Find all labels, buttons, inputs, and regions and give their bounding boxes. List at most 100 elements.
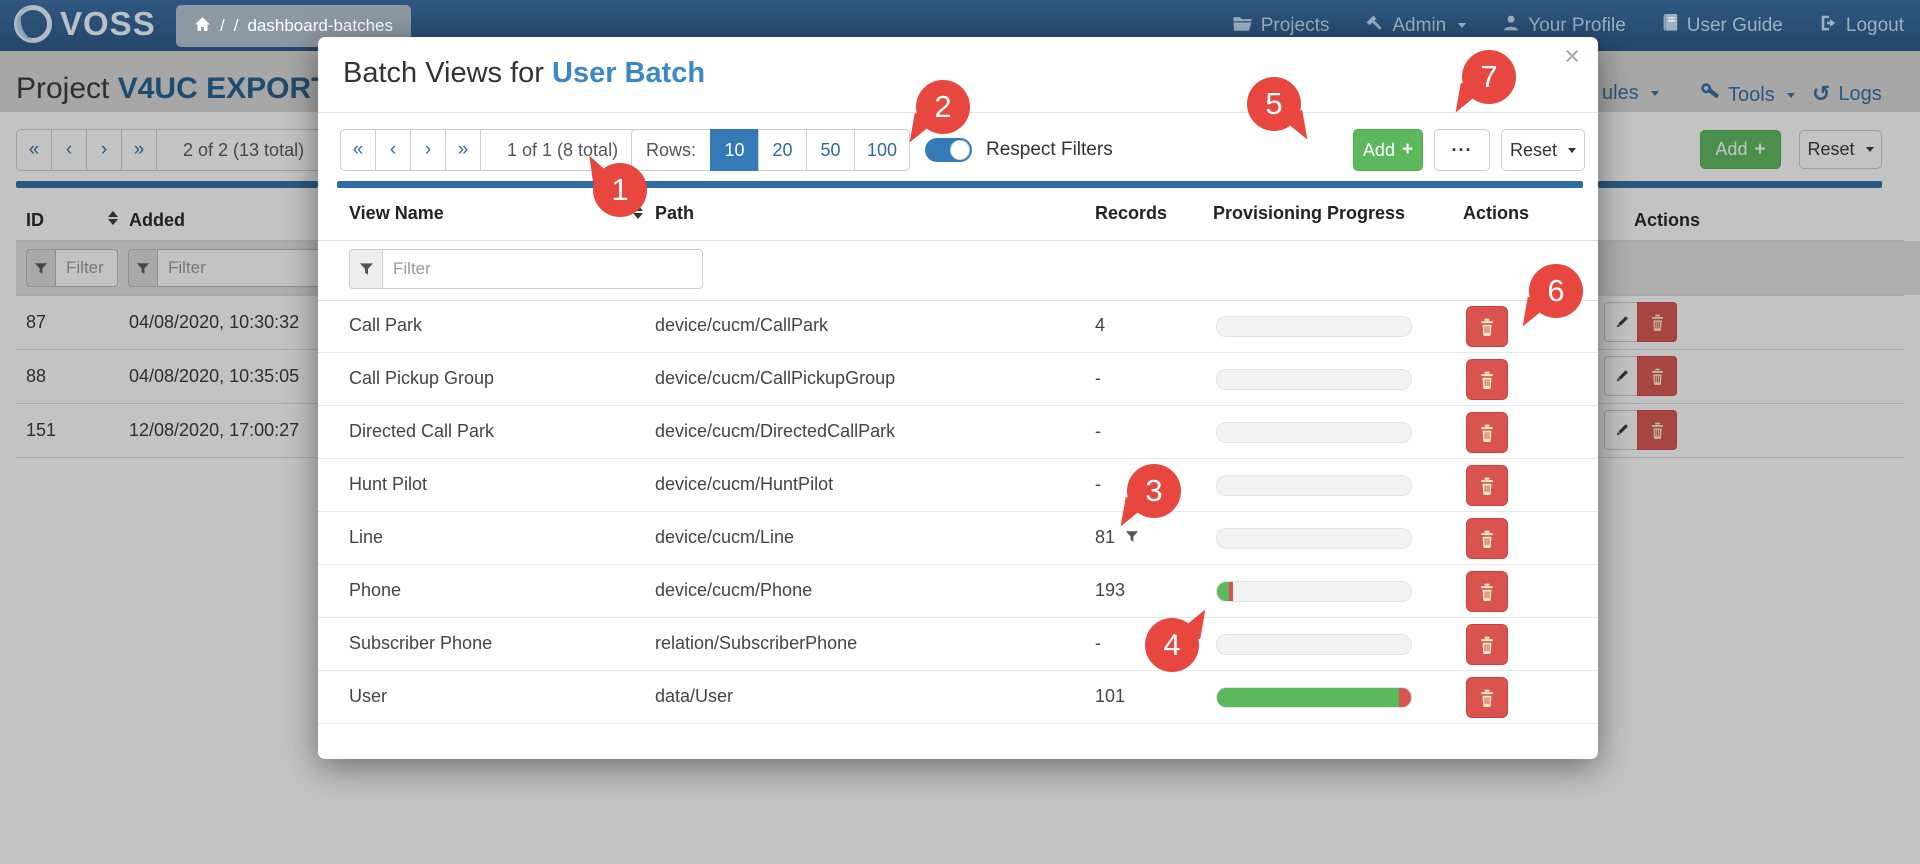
first-page-button[interactable]: « xyxy=(340,129,376,171)
gavel-icon xyxy=(1365,13,1384,38)
nav-admin[interactable]: Admin xyxy=(1365,13,1467,38)
column-header-view-name[interactable]: View Name xyxy=(349,203,444,224)
respect-filters-label: Respect Filters xyxy=(986,139,1113,160)
delete-button[interactable] xyxy=(1466,624,1508,665)
view-path: relation/SubscriberPhone xyxy=(655,633,858,653)
view-name-filter-input[interactable] xyxy=(383,249,703,289)
table-row: Hunt Pilot device/cucm/HuntPilot - xyxy=(318,459,1598,512)
provisioning-progress-bar xyxy=(1216,687,1412,708)
delete-button[interactable] xyxy=(1466,465,1508,506)
nav-projects[interactable]: Projects xyxy=(1232,14,1329,38)
nav-logout[interactable]: Logout xyxy=(1819,14,1904,38)
provisioning-progress-bar xyxy=(1216,422,1412,443)
view-records: - xyxy=(1095,633,1101,653)
callout-badge-7: 7 xyxy=(1455,50,1516,118)
trash-icon xyxy=(1481,477,1493,495)
column-header-actions: Actions xyxy=(1463,203,1530,223)
delete-button[interactable] xyxy=(1466,571,1508,612)
divider-accent xyxy=(337,181,1583,188)
callout-badge-1: 1 xyxy=(589,152,647,217)
table-row: Call Pickup Group device/cucm/CallPickup… xyxy=(318,353,1598,406)
rows-option-50[interactable]: 50 xyxy=(806,129,856,171)
modal-title: Batch Views for User Batch xyxy=(343,57,706,89)
provisioning-progress-bar xyxy=(1216,528,1412,549)
view-records: 81 xyxy=(1095,527,1139,548)
logout-icon xyxy=(1819,14,1838,38)
view-records: 101 xyxy=(1095,686,1126,706)
provisioning-progress-bar xyxy=(1216,581,1412,602)
callout-badge-3: 3 xyxy=(1120,464,1181,532)
rows-option-100[interactable]: 100 xyxy=(854,129,911,171)
plus-icon: + xyxy=(1401,139,1414,160)
view-records: 193 xyxy=(1095,580,1126,600)
folder-icon xyxy=(1232,14,1253,38)
trash-icon xyxy=(1481,583,1493,601)
trash-icon xyxy=(1481,530,1493,548)
view-name: User xyxy=(349,686,388,706)
voss-logo[interactable]: VOSS xyxy=(12,3,156,45)
rows-option-10[interactable]: 10 xyxy=(710,129,760,171)
chevron-down-icon xyxy=(1458,23,1467,28)
view-name: Call Park xyxy=(349,315,423,335)
view-records: 4 xyxy=(1095,315,1106,335)
view-records: - xyxy=(1095,474,1101,494)
rows-label: Rows: xyxy=(631,129,712,171)
home-icon xyxy=(194,16,211,37)
view-path: data/User xyxy=(655,686,734,706)
delete-button[interactable] xyxy=(1466,306,1508,347)
close-icon[interactable]: × xyxy=(1564,43,1580,70)
trash-icon xyxy=(1481,636,1493,654)
add-button[interactable]: Add + xyxy=(1353,129,1423,171)
nav-your-profile[interactable]: Your Profile xyxy=(1502,14,1626,38)
more-actions-button[interactable]: ... xyxy=(1434,129,1490,171)
view-path: device/cucm/DirectedCallPark xyxy=(655,421,896,441)
batch-views-modal: × Batch Views for User Batch « ‹ › » 1 o… xyxy=(318,37,1598,759)
delete-button[interactable] xyxy=(1466,359,1508,400)
view-path: device/cucm/HuntPilot xyxy=(655,474,834,494)
provisioning-progress-bar xyxy=(1216,634,1412,655)
batch-name: User Batch xyxy=(552,57,706,89)
trash-icon xyxy=(1481,689,1493,707)
rows-per-page-group: Rows: 10 20 50 100 xyxy=(631,129,911,171)
prev-page-button[interactable]: ‹ xyxy=(375,129,411,171)
last-page-button[interactable]: » xyxy=(445,129,481,171)
table-row: Directed Call Park device/cucm/DirectedC… xyxy=(318,406,1598,459)
table-row: Subscriber Phone relation/SubscriberPhon… xyxy=(318,618,1598,671)
view-name: Hunt Pilot xyxy=(349,474,428,494)
delete-button[interactable] xyxy=(1466,677,1508,718)
trash-icon xyxy=(1481,424,1493,442)
chevron-down-icon xyxy=(1568,147,1577,153)
view-records: - xyxy=(1095,368,1101,388)
table-row: Call Park device/cucm/CallPark 4 xyxy=(318,300,1598,353)
provisioning-progress-bar xyxy=(1216,475,1412,496)
view-name: Subscriber Phone xyxy=(349,633,493,653)
view-records: - xyxy=(1095,421,1101,441)
view-path: device/cucm/Line xyxy=(655,527,795,547)
view-name: Phone xyxy=(349,580,402,600)
view-name: Directed Call Park xyxy=(349,421,495,441)
column-header-records: Records xyxy=(1095,203,1168,223)
voss-logo-icon xyxy=(14,5,52,43)
user-icon xyxy=(1502,14,1520,38)
column-header-path[interactable]: Path xyxy=(655,203,694,224)
view-path: device/cucm/Phone xyxy=(655,580,813,600)
table-row: Phone device/cucm/Phone 193 xyxy=(318,565,1598,618)
toggle-knob xyxy=(950,139,970,160)
provisioning-progress-bar xyxy=(1216,316,1412,337)
trash-icon xyxy=(1481,371,1493,389)
filter-button[interactable] xyxy=(349,249,383,289)
book-icon xyxy=(1662,13,1679,38)
delete-button[interactable] xyxy=(1466,518,1508,559)
delete-button[interactable] xyxy=(1466,412,1508,453)
provisioning-progress-bar xyxy=(1216,369,1412,390)
reset-button[interactable]: Reset xyxy=(1501,129,1585,171)
rows-option-20[interactable]: 20 xyxy=(758,129,808,171)
view-path: device/cucm/CallPark xyxy=(655,315,829,335)
callout-badge-5: 5 xyxy=(1247,77,1308,145)
view-name: Call Pickup Group xyxy=(349,368,495,388)
next-page-button[interactable]: › xyxy=(410,129,446,171)
breadcrumb-current: dashboard-batches xyxy=(247,16,394,35)
table-row: Line device/cucm/Line 81 xyxy=(318,512,1598,565)
trash-icon xyxy=(1481,318,1493,336)
nav-user-guide[interactable]: User Guide xyxy=(1662,13,1783,38)
